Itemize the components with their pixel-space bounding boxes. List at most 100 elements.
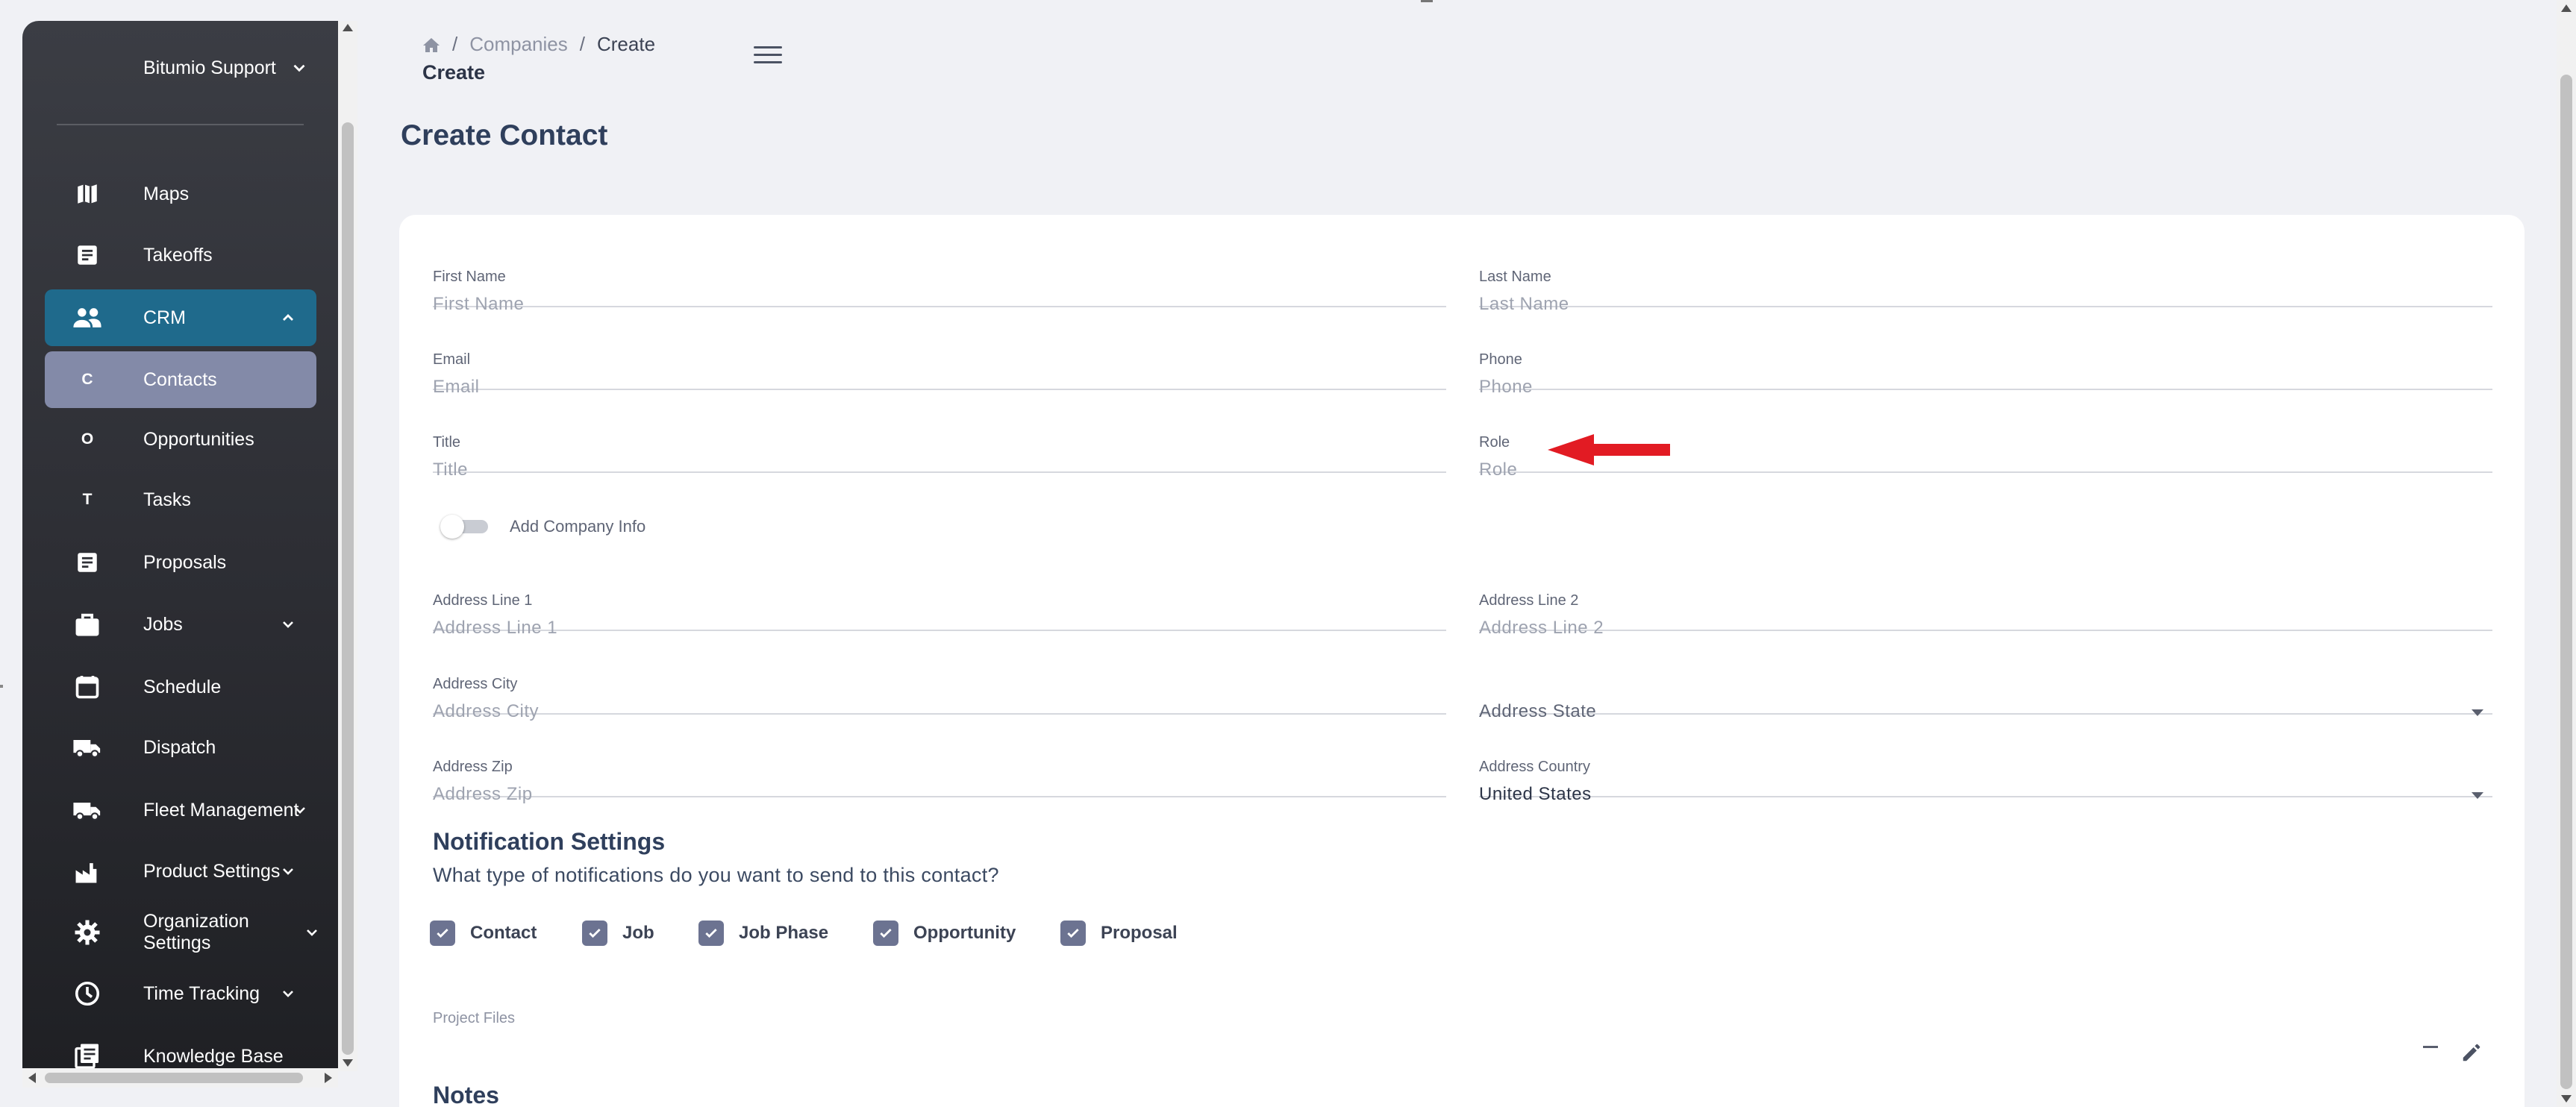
checkbox-label: Contact — [470, 923, 537, 943]
checkbox-checked-icon[interactable] — [698, 921, 724, 946]
address-city-input[interactable]: Address City — [433, 701, 539, 722]
email-field[interactable]: Email Email — [433, 316, 1446, 397]
scroll-left-arrow[interactable] — [28, 1073, 36, 1083]
checkbox-proposal[interactable]: Proposal — [1060, 921, 1178, 946]
sidebar-item-dispatch[interactable]: Dispatch — [45, 719, 316, 776]
scroll-down-arrow[interactable] — [343, 1059, 353, 1067]
first-name-field[interactable]: First Name First Name — [433, 233, 1446, 314]
checkbox-checked-icon[interactable] — [1060, 921, 1086, 946]
address-line-1-field[interactable]: Address Line 1 Address Line 1 — [433, 556, 1446, 638]
sidebar-item-crm[interactable]: CRM — [45, 289, 316, 346]
phone-field[interactable]: Phone Phone — [1479, 316, 2492, 397]
sidebar-item-knowledge-base[interactable]: Knowledge Base — [45, 1028, 316, 1071]
dropdown-arrow-icon[interactable] — [2472, 709, 2483, 716]
breadcrumb-separator: / — [579, 33, 585, 55]
chevron-down-icon — [293, 64, 305, 72]
sidebar-item-label: CRM — [143, 307, 186, 328]
sidebar-item-jobs[interactable]: Jobs — [45, 596, 316, 653]
title-field[interactable]: Title Title — [433, 398, 1446, 480]
email-input[interactable]: Email — [433, 377, 480, 398]
phone-input[interactable]: Phone — [1479, 377, 1533, 398]
sidebar-item-time-tracking[interactable]: Time Tracking — [45, 965, 316, 1022]
sidebar-item-label: Schedule — [143, 676, 222, 697]
library-icon — [72, 1041, 103, 1071]
address-city-field[interactable]: Address City Address City — [433, 640, 1446, 721]
notification-settings-heading: Notification Settings — [433, 828, 666, 855]
role-input[interactable]: Role — [1479, 460, 1517, 480]
address-state-value[interactable]: Address State — [1479, 701, 1596, 722]
last-name-input[interactable]: Last Name — [1479, 294, 1569, 315]
scrollbar-thumb[interactable] — [45, 1073, 303, 1083]
sidebar-item-product-settings[interactable]: Product Settings — [45, 843, 316, 900]
home-icon[interactable] — [422, 37, 440, 53]
scroll-right-arrow[interactable] — [325, 1073, 332, 1083]
scroll-up-arrow[interactable] — [343, 24, 353, 31]
truck-icon — [72, 732, 103, 763]
sidebar-item-opportunities[interactable]: O Opportunities — [45, 411, 316, 468]
sidebar-vertical-scrollbar[interactable] — [338, 21, 357, 1071]
sidebar-horizontal-scrollbar[interactable] — [22, 1068, 338, 1088]
last-name-field[interactable]: Last Name Last Name — [1479, 233, 2492, 314]
address-line-2-input[interactable]: Address Line 2 — [1479, 618, 1604, 639]
sidebar-item-takeoffs[interactable]: Takeoffs — [45, 227, 316, 283]
address-zip-input[interactable]: Address Zip — [433, 784, 533, 805]
checkbox-job[interactable]: Job — [582, 921, 654, 946]
briefcase-icon — [72, 609, 103, 640]
sidebar-item-label: Takeoffs — [143, 244, 213, 266]
first-name-input[interactable]: First Name — [433, 294, 524, 315]
sidebar-item-label: Proposals — [143, 551, 227, 573]
chevron-down-icon — [295, 807, 305, 814]
checkbox-opportunity[interactable]: Opportunity — [873, 921, 1016, 946]
field-label: First Name — [433, 269, 506, 285]
checkbox-checked-icon[interactable] — [873, 921, 898, 946]
sidebar-item-organization-settings[interactable]: Organization Settings — [45, 904, 317, 961]
breadcrumb-link-companies[interactable]: Companies — [469, 33, 568, 56]
sidebar-item-contacts[interactable]: C Contacts — [45, 351, 316, 408]
field-label: Address Country — [1479, 759, 1590, 775]
breadcrumb-separator: / — [452, 33, 458, 55]
sidebar-item-schedule[interactable]: Schedule — [45, 659, 316, 715]
sidebar-item-proposals[interactable]: Proposals — [45, 534, 316, 591]
sidebar-item-label: Knowledge Base — [143, 1045, 284, 1067]
address-country-value[interactable]: United States — [1479, 784, 1592, 805]
hamburger-menu-icon[interactable] — [754, 46, 782, 69]
address-line-1-input[interactable]: Address Line 1 — [433, 618, 557, 639]
field-label: Role — [1479, 434, 1510, 451]
field-label: Address Line 1 — [433, 592, 533, 609]
checkbox-checked-icon[interactable] — [582, 921, 607, 946]
add-company-info-toggle[interactable] — [440, 513, 493, 539]
checkbox-contact[interactable]: Contact — [430, 921, 537, 946]
chevron-down-icon — [283, 991, 293, 997]
checkbox-checked-icon[interactable] — [430, 921, 455, 946]
address-zip-field[interactable]: Address Zip Address Zip — [433, 723, 1446, 804]
user-menu-button[interactable]: Bitumio Support — [110, 43, 324, 92]
clock-icon — [72, 978, 103, 1009]
scroll-up-arrow[interactable] — [2561, 4, 2572, 12]
scroll-down-arrow[interactable] — [2561, 1095, 2572, 1103]
minus-icon[interactable] — [2423, 1046, 2438, 1048]
pencil-icon[interactable] — [2460, 1041, 2483, 1064]
sidebar-item-tasks[interactable]: T Tasks — [45, 471, 316, 528]
breadcrumb-current: Create — [596, 33, 656, 55]
title-input[interactable]: Title — [433, 460, 468, 480]
page-vertical-scrollbar[interactable] — [2557, 0, 2576, 1107]
notification-settings-description: What type of notifications do you want t… — [433, 864, 999, 886]
sidebar-item-letter: T — [82, 491, 93, 508]
sidebar-item-label: Opportunities — [143, 428, 254, 450]
field-label: Last Name — [1479, 269, 1551, 285]
scrollbar-thumb[interactable] — [2560, 75, 2572, 1089]
sidebar-divider — [57, 124, 304, 125]
scrollbar-thumb[interactable] — [342, 122, 354, 1055]
calendar-icon — [72, 671, 103, 703]
sidebar-item-label: Fleet Management — [143, 799, 299, 821]
address-state-select[interactable]: Address State — [1479, 640, 2492, 721]
address-line-2-field[interactable]: Address Line 2 Address Line 2 — [1479, 556, 2492, 638]
sidebar-item-fleet-management[interactable]: Fleet Management — [45, 782, 316, 838]
window-edge-mark — [1421, 0, 1433, 2]
window-edge-mark — [0, 685, 3, 688]
sidebar-item-maps[interactable]: Maps — [45, 166, 316, 222]
address-country-select[interactable]: Address Country United States — [1479, 723, 2492, 804]
dropdown-arrow-icon[interactable] — [2472, 792, 2483, 799]
checkbox-job-phase[interactable]: Job Phase — [698, 921, 828, 946]
sidebar: Bitumio Support Maps Takeoffs CRM C Cont… — [22, 21, 338, 1071]
